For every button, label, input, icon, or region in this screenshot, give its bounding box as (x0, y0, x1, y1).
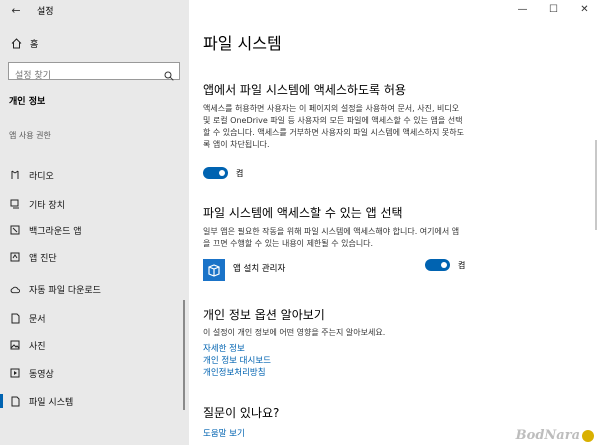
sidebar-item-label: 라디오 (29, 171, 54, 182)
settings-search[interactable] (8, 62, 180, 84)
diagnostics-icon (10, 252, 20, 262)
sidebar-item-documents[interactable]: 문서 (0, 306, 189, 330)
devices-icon (10, 199, 20, 209)
sidebar-item-label: 동영상 (29, 369, 54, 380)
sidebar-item-auto-download[interactable]: 자동 파일 다운로드 (0, 277, 189, 301)
sidebar-item-label: 기타 장치 (29, 200, 65, 211)
allow-access-toggle-state: 켬 (236, 169, 244, 178)
app-installer-toggle-state: 켬 (458, 261, 466, 270)
mascot-icon (582, 429, 594, 442)
sidebar-item-devices[interactable]: 기타 장치 (0, 192, 189, 216)
picture-icon (10, 340, 20, 350)
page-title: 파일 시스템 (203, 34, 282, 53)
allow-access-description: 액세스를 허용하면 사용자는 이 페이지의 설정을 사용하여 문서, 사진, 비… (203, 104, 464, 149)
main-content: — ☐ ✕ 파일 시스템 앱에서 파일 시스템에 액세스하도록 허용 액세스를 … (189, 0, 600, 445)
app-installer-name: 앱 설치 관리자 (233, 264, 286, 274)
sidebar-item-label: 자동 파일 다운로드 (29, 285, 101, 296)
sidebar-item-diagnostics[interactable]: 앱 진단 (0, 245, 189, 269)
choose-apps-description: 일부 앱은 필요한 작동을 위해 파일 시스템에 액세스해야 합니다. 여기에서… (203, 227, 460, 248)
video-icon (10, 368, 20, 378)
toggle-knob (219, 170, 225, 176)
search-input[interactable] (9, 68, 159, 84)
back-button[interactable]: ← (6, 2, 26, 20)
sidebar-item-label: 파일 시스템 (29, 397, 74, 408)
main-scrollbar[interactable] (595, 140, 597, 230)
privacy-statement-link[interactable]: 개인정보처리방침 (203, 366, 266, 378)
sidebar-item-label: 백그라운드 앱 (29, 226, 82, 237)
learn-more-link[interactable]: 자세한 정보 (203, 342, 245, 354)
cloud-icon (10, 284, 20, 294)
sidebar-scrollbar[interactable] (183, 300, 185, 410)
selection-indicator (0, 394, 3, 408)
document-icon (10, 313, 20, 323)
section-title: 개인 정보 (9, 97, 46, 107)
privacy-dashboard-link[interactable]: 개인 정보 대시보드 (203, 354, 271, 366)
sidebar-item-label: 문서 (29, 314, 46, 325)
get-help-link[interactable]: 도움말 보기 (203, 427, 245, 439)
app-installer-icon (203, 259, 225, 281)
sidebar: ← 설정 홈 개인 정보 앱 사용 권한 라디오 기타 장치 백그라운드 앱 (0, 0, 189, 445)
file-icon (10, 396, 20, 406)
app-title: 설정 (37, 7, 54, 17)
sidebar-item-pictures[interactable]: 사진 (0, 333, 189, 357)
home-link[interactable]: 홈 (10, 37, 38, 50)
watermark-text: BodNara (515, 428, 580, 443)
sidebar-item-label: 앱 진단 (29, 253, 57, 264)
sidebar-item-label: 사진 (29, 341, 46, 352)
app-installer-toggle[interactable] (425, 259, 450, 271)
sidebar-item-videos[interactable]: 동영상 (0, 361, 189, 385)
allow-access-toggle[interactable] (203, 167, 228, 179)
titlebar: ← 설정 (0, 0, 189, 22)
allow-access-heading: 앱에서 파일 시스템에 액세스하도록 허용 (203, 83, 406, 97)
sidebar-item-background-apps[interactable]: 백그라운드 앱 (0, 218, 189, 242)
sidebar-item-file-system[interactable]: 파일 시스템 (0, 389, 189, 413)
toggle-knob (441, 262, 447, 268)
group-title: 앱 사용 권한 (9, 131, 51, 140)
question-heading: 질문이 있나요? (203, 406, 280, 420)
home-icon (10, 38, 22, 50)
privacy-options-description: 이 설정이 개인 정보에 어떤 영향을 주는지 알아보세요. (203, 328, 386, 337)
background-apps-icon (10, 225, 20, 235)
radio-icon (10, 170, 20, 180)
search-icon[interactable] (164, 66, 174, 81)
close-button[interactable]: ✕ (569, 0, 600, 20)
privacy-options-heading: 개인 정보 옵션 알아보기 (203, 308, 325, 322)
home-label: 홈 (30, 40, 39, 50)
choose-apps-heading: 파일 시스템에 액세스할 수 있는 앱 선택 (203, 206, 403, 220)
sidebar-item-radio[interactable]: 라디오 (0, 163, 189, 187)
minimize-button[interactable]: — (507, 0, 538, 20)
window-controls: — ☐ ✕ (507, 0, 600, 22)
watermark-logo: BodNara (516, 428, 594, 443)
back-arrow-icon: ← (11, 4, 21, 17)
maximize-button[interactable]: ☐ (538, 0, 569, 20)
